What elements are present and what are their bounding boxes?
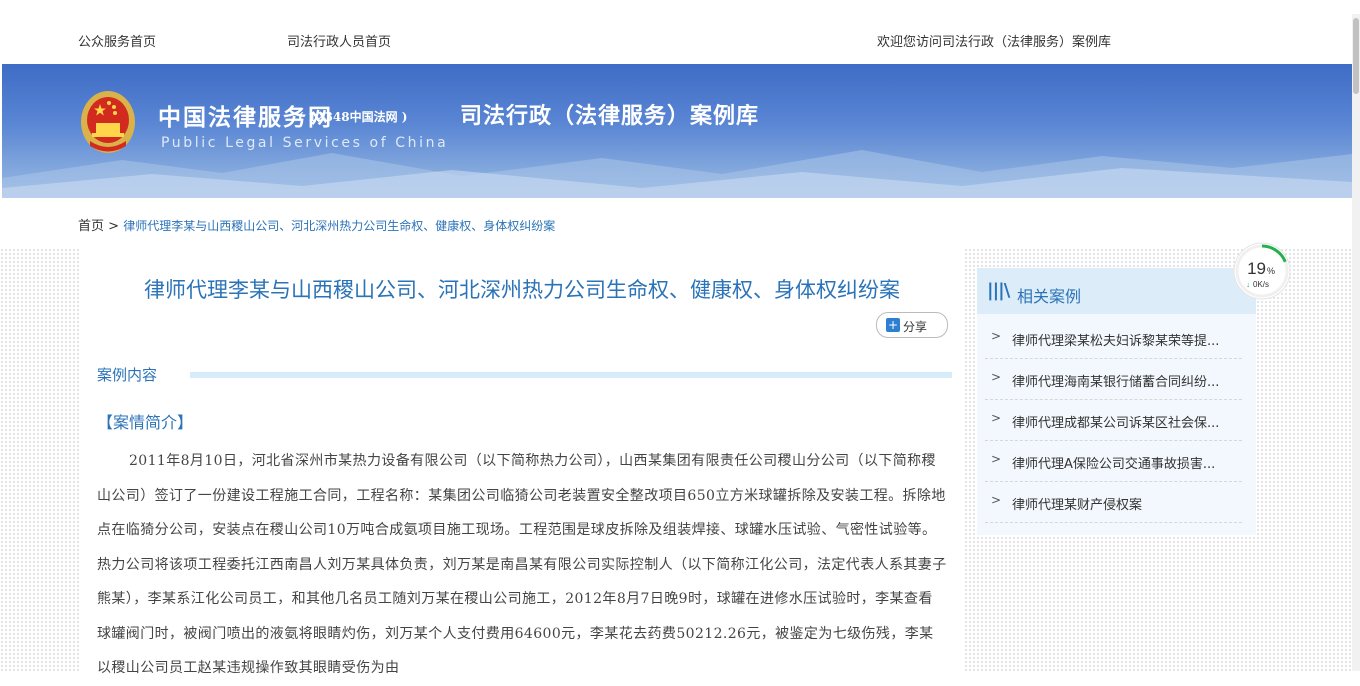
related-case-link[interactable]: 律师代理梁某松夫妇诉黎某荣等提... xyxy=(1012,330,1219,349)
plus-icon: + xyxy=(886,318,900,332)
site-english-name: Public Legal Services of China xyxy=(161,135,449,151)
related-case-item[interactable]: > 律师代理梁某松夫妇诉黎某荣等提... xyxy=(985,318,1242,359)
public-home-link[interactable]: 公众服务首页 xyxy=(78,31,156,50)
breadcrumb-separator: > xyxy=(108,219,120,234)
network-speed-widget[interactable]: 19 % ↓ 0K/s xyxy=(1232,241,1292,301)
welcome-text: 欢迎您访问司法行政（法律服务）案例库 xyxy=(877,35,1112,50)
speed-percent-sign: % xyxy=(1267,266,1275,276)
related-cases-header: |||\ 相关案例 xyxy=(977,268,1256,314)
breadcrumb: 首页 > 律师代理李某与山西稷山公司、河北深州热力公司生命权、健康权、身体权纠纷… xyxy=(78,215,555,234)
related-case-item[interactable]: > 律师代理某财产侵权案 xyxy=(985,482,1242,523)
speed-percent: 19 xyxy=(1247,259,1266,278)
section-divider xyxy=(190,372,952,378)
chevron-right-icon: > xyxy=(991,370,1002,384)
site-sub: ( 12348中国法网 ) xyxy=(298,110,408,124)
related-cases-title: 相关案例 xyxy=(1017,287,1082,306)
top-nav: 公众服务首页 司法行政人员首页 欢迎您访问司法行政（法律服务）案例库 xyxy=(0,14,1352,64)
related-case-item[interactable]: > 律师代理海南某银行储蓄合同纠纷... xyxy=(985,359,1242,400)
staff-home-link[interactable]: 司法行政人员首页 xyxy=(287,31,391,50)
breadcrumb-home[interactable]: 首页 xyxy=(78,219,104,234)
related-cases-panel: |||\ 相关案例 > 律师代理梁某松夫妇诉黎某荣等提... > 律师代理海南某银行… xyxy=(977,268,1256,535)
related-case-item[interactable]: > 律师代理A保险公司交通事故损害... xyxy=(985,441,1242,482)
section-label: 案例内容 xyxy=(97,366,158,384)
related-case-link[interactable]: 律师代理海南某银行储蓄合同纠纷... xyxy=(1012,371,1219,390)
related-case-link[interactable]: 律师代理某财产侵权案 xyxy=(1012,494,1142,513)
share-label: 分享 xyxy=(903,320,928,334)
page-scrollbar[interactable] xyxy=(1352,14,1360,671)
chevron-right-icon: > xyxy=(991,411,1002,425)
chevron-right-icon: > xyxy=(991,329,1002,343)
case-summary-heading: 【案情简介】 xyxy=(97,413,194,432)
related-case-item[interactable]: > 律师代理成都某公司诉某区社会保... xyxy=(985,400,1242,441)
related-cases-list: > 律师代理梁某松夫妇诉黎某荣等提... > 律师代理海南某银行储蓄合同纠纷... … xyxy=(977,318,1256,523)
chevron-right-icon: > xyxy=(991,452,1002,466)
related-case-link[interactable]: 律师代理成都某公司诉某区社会保... xyxy=(1012,412,1219,431)
related-case-link[interactable]: 律师代理A保险公司交通事故损害... xyxy=(1012,453,1215,472)
scrollbar-thumb[interactable] xyxy=(1353,18,1359,94)
down-arrow-icon: ↓ xyxy=(1246,280,1250,289)
library-name: 司法行政（法律服务）案例库 xyxy=(460,104,760,129)
article-title: 律师代理李某与山西稷山公司、河北深州热力公司生命权、健康权、身体权纠纷案 xyxy=(144,278,900,302)
national-emblem-icon xyxy=(81,91,135,153)
breadcrumb-current[interactable]: 律师代理李某与山西稷山公司、河北深州热力公司生命权、健康权、身体权纠纷案 xyxy=(123,219,555,233)
article-panel: 律师代理李某与山西稷山公司、河北深州热力公司生命权、健康权、身体权纠纷案 + 分… xyxy=(80,248,964,676)
site-banner: 中国法律服务网 ( 12348中国法网 ) Public Legal Servi… xyxy=(2,64,1352,198)
dotted-background-left xyxy=(0,248,80,671)
chevron-right-icon: > xyxy=(991,493,1002,507)
share-button[interactable]: + 分享 xyxy=(876,312,948,338)
browser-top-strip xyxy=(0,0,1360,15)
speed-rate: 0K/s xyxy=(1253,280,1269,289)
case-body-text: 2011年8月10日，河北省深州市某热力设备有限公司（以下简称热力公司），山西某… xyxy=(97,453,947,676)
books-icon: |||\ xyxy=(987,280,1010,301)
